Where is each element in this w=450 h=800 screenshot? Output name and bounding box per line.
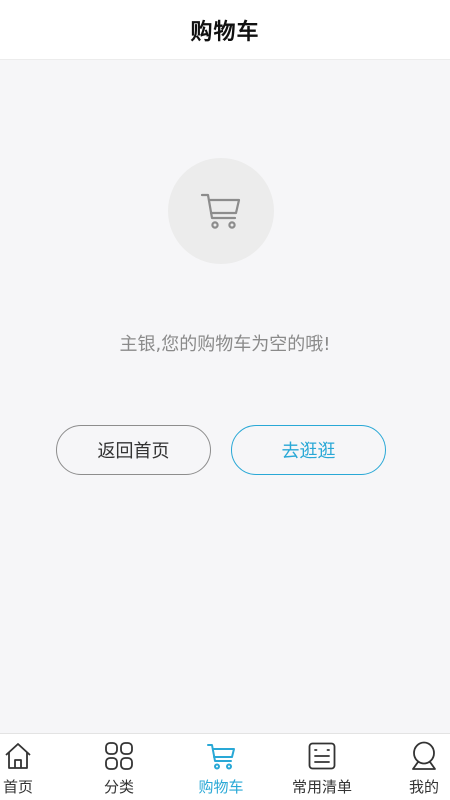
bottom-tab-bar: 首页 分类 购物车 常用清单 我的 — [0, 733, 450, 800]
empty-cart-message: 主银,您的购物车为空的哦! — [119, 334, 331, 355]
tab-common-list-label: 常用清单 — [291, 778, 352, 796]
tab-profile-label: 我的 — [408, 778, 439, 796]
tab-cart-label: 购物车 — [198, 778, 244, 796]
home-icon — [5, 743, 31, 769]
top-header: 购物车 — [0, 0, 450, 60]
page-title: 购物车 — [190, 19, 260, 45]
empty-cart-illustration — [168, 158, 274, 264]
user-icon — [412, 741, 436, 770]
back-home-button[interactable]: 返回首页 — [56, 425, 211, 475]
tab-category[interactable]: 分类 — [94, 734, 144, 800]
go-shopping-button[interactable]: 去逛逛 — [231, 425, 386, 475]
cart-icon — [200, 193, 241, 229]
list-icon — [308, 742, 336, 770]
grid-icon — [105, 742, 133, 770]
tab-common-list[interactable]: 常用清单 — [288, 734, 356, 800]
cart-page: 购物车 主银,您的购物车为空的哦! 返回首页 去逛逛 首页 分类 购物车 常用清… — [0, 0, 450, 800]
tab-profile[interactable]: 我的 — [404, 734, 444, 800]
cart-icon — [207, 744, 235, 770]
tab-home-label: 首页 — [2, 778, 33, 796]
tab-category-label: 分类 — [103, 778, 134, 796]
tab-cart[interactable]: 购物车 — [190, 734, 252, 800]
tab-home[interactable]: 首页 — [0, 734, 36, 800]
